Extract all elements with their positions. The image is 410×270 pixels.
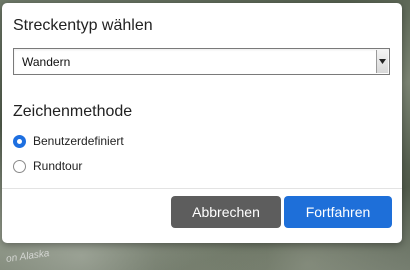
- radio-label-round-trip: Rundtour: [33, 159, 83, 173]
- continue-button[interactable]: Fortfahren: [284, 196, 392, 228]
- radio-selected-dot: [17, 138, 22, 144]
- chevron-down-icon[interactable]: [376, 50, 388, 73]
- draw-method-option-custom[interactable]: Benutzerdefiniert: [13, 133, 124, 149]
- route-type-dialog: Streckentyp wählen Wandern Zeichenmethod…: [2, 3, 402, 243]
- cancel-button[interactable]: Abbrechen: [171, 196, 281, 228]
- radio-custom[interactable]: [13, 134, 26, 148]
- radio-round-trip[interactable]: [13, 159, 26, 173]
- radio-label-custom: Benutzerdefiniert: [33, 134, 124, 148]
- draw-method-title: Zeichenmethode: [13, 103, 133, 120]
- route-type-title: Streckentyp wählen: [13, 17, 153, 34]
- route-type-select[interactable]: Wandern: [13, 48, 390, 75]
- draw-method-option-round-trip[interactable]: Rundtour: [13, 158, 82, 174]
- route-type-select-value: Wandern: [22, 55, 71, 69]
- footer-divider: [2, 188, 402, 189]
